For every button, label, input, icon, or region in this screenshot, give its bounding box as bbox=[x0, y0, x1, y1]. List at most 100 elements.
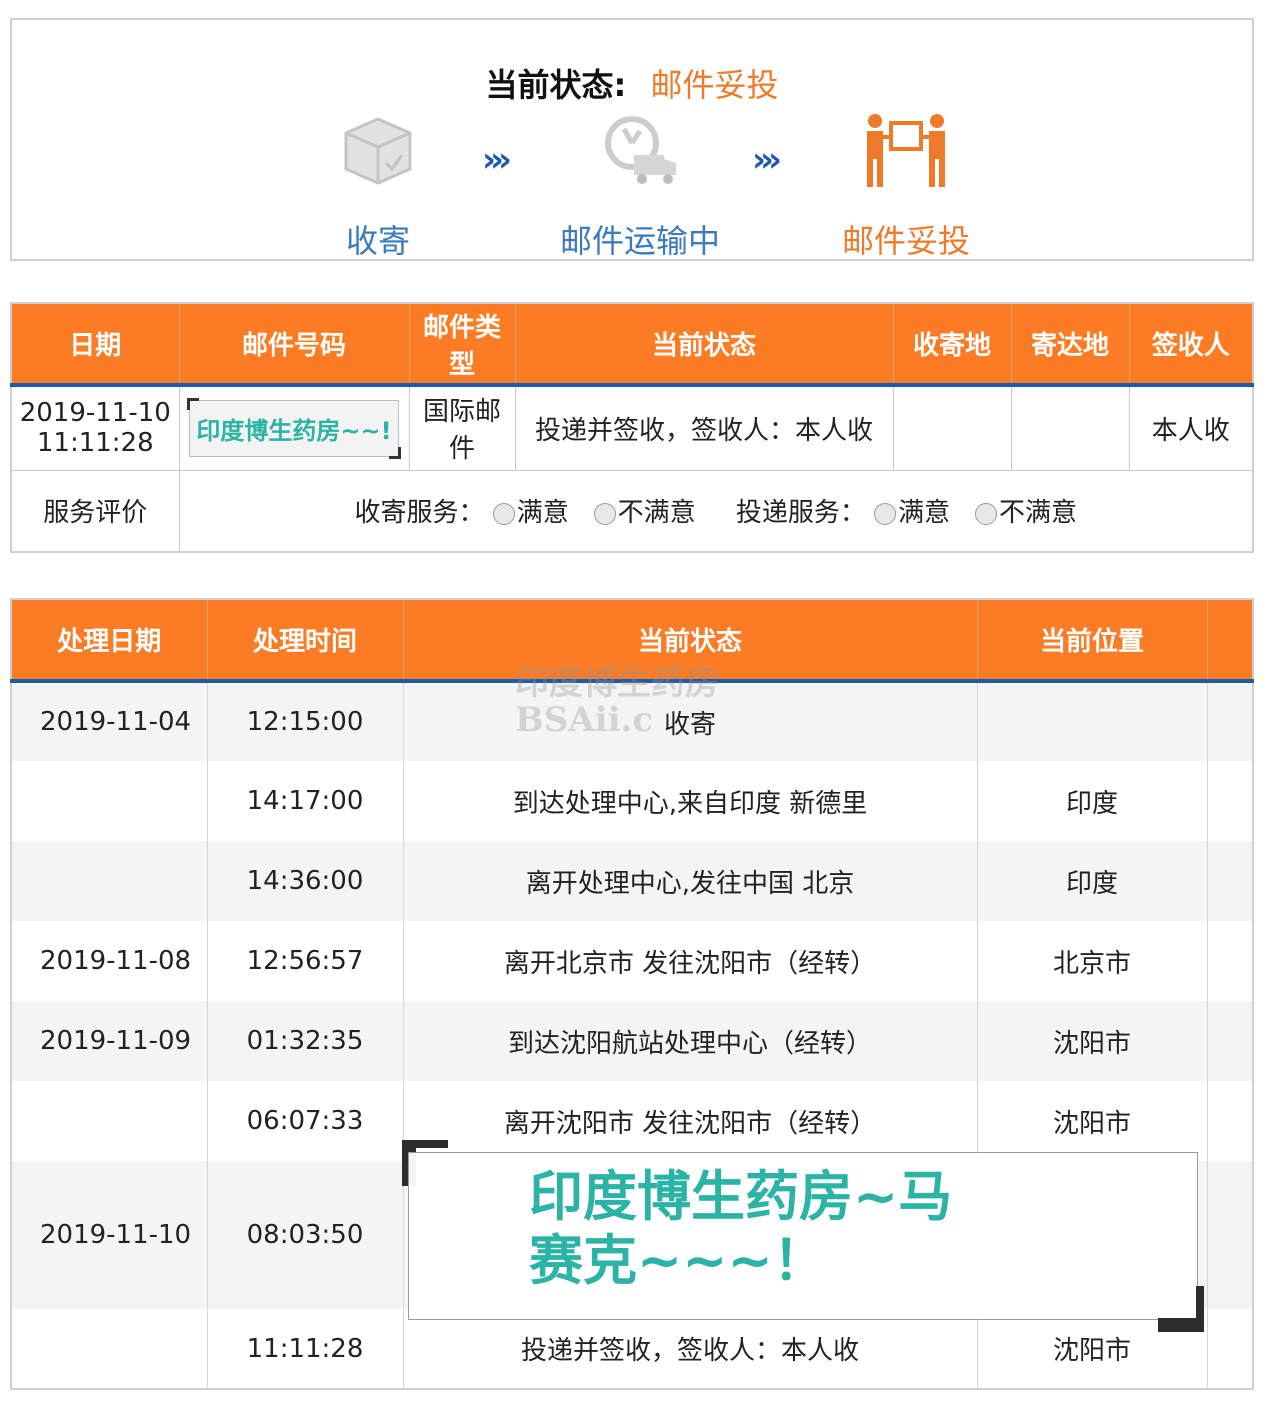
table-row: 2019-11-09 01:32:35 到达沈阳航站处理中心（经转） 沈阳市 bbox=[11, 1001, 1254, 1081]
track-time: 12:56:57 bbox=[207, 921, 404, 1001]
step-receive-label: 收寄 bbox=[345, 222, 410, 260]
track-spacer bbox=[1207, 761, 1254, 841]
col-number: 邮件号码 bbox=[179, 303, 410, 387]
track-date: 2019-11-04 bbox=[11, 681, 208, 761]
info-date: 2019-11-10 11:11:28 bbox=[10, 384, 180, 471]
rating-options: 收寄服务： 满意 不满意 投递服务： 满意 不满意 bbox=[178, 469, 1254, 553]
delivery-people-icon bbox=[867, 114, 945, 187]
deliver-unsatisfied-label: 不满意 bbox=[998, 498, 1077, 529]
info-signer: 本人收 bbox=[1128, 384, 1254, 471]
receive-satisfied-label: 满意 bbox=[516, 498, 569, 529]
deliver-satisfied-radio[interactable] bbox=[874, 502, 897, 525]
track-location bbox=[977, 681, 1208, 761]
track-location: 北京市 bbox=[977, 921, 1208, 1001]
truck-clock-icon bbox=[605, 116, 676, 184]
receive-rating-group: 收寄服务： 满意 不满意 bbox=[355, 498, 704, 528]
table-row: 11:11:28 投递并签收，签收人：本人收 沈阳市 bbox=[11, 1309, 1254, 1389]
track-date: 2019-11-10 bbox=[11, 1161, 208, 1309]
info-number-cell: 印度博生药房~~! bbox=[178, 384, 410, 471]
track-spacer bbox=[1207, 841, 1254, 921]
mail-info-table: 日期 邮件号码 邮件类型 当前状态 收寄地 寄达地 签收人 2019-11-10… bbox=[10, 302, 1254, 553]
track-spacer bbox=[1207, 1161, 1254, 1309]
col-location: 当前位置 bbox=[977, 599, 1208, 683]
col-spacer bbox=[1207, 599, 1254, 683]
track-location: 印度 bbox=[977, 761, 1208, 841]
col-process-time: 处理时间 bbox=[207, 599, 404, 683]
track-location: 沈阳市 bbox=[977, 1081, 1208, 1161]
overlay-text: 印度博生药房~马 赛克~~~！ bbox=[529, 1165, 952, 1292]
col-status: 当前状态 bbox=[515, 303, 894, 387]
service-rating-row: 服务评价 收寄服务： 满意 不满意 投递服务： 满意 不满意 bbox=[10, 469, 1254, 553]
track-date bbox=[11, 841, 208, 921]
overlay-line-1: 印度博生药房~马 bbox=[529, 1165, 953, 1228]
corner-bracket-br bbox=[1158, 1286, 1204, 1332]
track-location: 印度 bbox=[977, 841, 1208, 921]
corner-mark bbox=[187, 397, 200, 410]
overlay-banner: 印度博生药房~马 赛克~~~！ bbox=[408, 1152, 1198, 1320]
track-date: 2019-11-08 bbox=[11, 921, 208, 1001]
track-time: 01:32:35 bbox=[207, 1001, 404, 1081]
info-data-row: 2019-11-10 11:11:28 印度博生药房~~! 国际邮件 投递并签收… bbox=[10, 384, 1254, 471]
package-icon bbox=[344, 117, 412, 185]
track-status: 离开北京市 发往沈阳市（经转） bbox=[403, 921, 978, 1001]
step-arrow-icon: ››› bbox=[482, 140, 512, 180]
receive-unsatisfied-radio[interactable] bbox=[593, 502, 616, 525]
track-status: 到达处理中心,来自印度 新德里 bbox=[403, 761, 978, 841]
col-date: 日期 bbox=[11, 303, 180, 387]
current-status-label: 当前状态: bbox=[485, 66, 627, 104]
track-time: 11:11:28 bbox=[207, 1309, 404, 1389]
track-status: 离开沈阳市 发往沈阳市（经转） bbox=[403, 1081, 978, 1161]
track-time: 08:03:50 bbox=[207, 1161, 404, 1309]
track-spacer bbox=[1207, 1081, 1254, 1161]
info-origin bbox=[892, 384, 1012, 471]
watermark-line-2: BSAii.c bbox=[515, 700, 654, 741]
deliver-satisfied-label: 满意 bbox=[898, 498, 951, 529]
receive-rating-label: 收寄服务： bbox=[354, 498, 485, 529]
track-date bbox=[11, 1081, 208, 1161]
mail-number-text: 印度博生药房~~! bbox=[196, 416, 392, 445]
deliver-rating-group: 投递服务： 满意 不满意 bbox=[736, 498, 1077, 528]
info-header-row: 日期 邮件号码 邮件类型 当前状态 收寄地 寄达地 签收人 bbox=[11, 303, 1254, 387]
col-destination: 寄达地 bbox=[1011, 303, 1130, 387]
step-deliver-label: 邮件妥投 bbox=[841, 222, 970, 260]
info-type: 国际邮件 bbox=[408, 384, 516, 471]
track-time: 12:15:00 bbox=[207, 681, 404, 761]
track-status: 离开处理中心,发往中国 北京 bbox=[403, 841, 978, 921]
track-spacer bbox=[1207, 681, 1254, 761]
status-panel: 当前状态: 邮件妥投 收寄 ››› 邮件运输中 ››› 邮件妥投 bbox=[10, 18, 1254, 261]
track-date bbox=[11, 761, 208, 841]
table-row: 06:07:33 离开沈阳市 发往沈阳市（经转） 沈阳市 bbox=[11, 1081, 1254, 1161]
table-row: 14:36:00 离开处理中心,发往中国 北京 印度 bbox=[11, 841, 1254, 921]
col-type: 邮件类型 bbox=[409, 303, 516, 387]
track-spacer bbox=[1207, 1309, 1254, 1389]
receive-unsatisfied-label: 不满意 bbox=[617, 498, 696, 529]
track-date bbox=[11, 1309, 208, 1389]
overlay-line-2: 赛克~~~！ bbox=[529, 1228, 827, 1292]
step-transit: 邮件运输中 bbox=[520, 106, 760, 262]
step-transit-label: 邮件运输中 bbox=[559, 222, 720, 260]
rating-label: 服务评价 bbox=[10, 469, 180, 553]
watermark-line-1: 印度博生药房 bbox=[515, 663, 719, 703]
track-location: 沈阳市 bbox=[977, 1001, 1208, 1081]
col-origin: 收寄地 bbox=[893, 303, 1012, 387]
track-time: 06:07:33 bbox=[207, 1081, 404, 1161]
track-time: 14:17:00 bbox=[207, 761, 404, 841]
info-status: 投递并签收，签收人：本人收 bbox=[514, 384, 894, 471]
track-time: 14:36:00 bbox=[207, 841, 404, 921]
watermark: 印度博生药房 BSAii.c bbox=[515, 663, 719, 741]
corner-mark bbox=[388, 446, 401, 459]
step-arrow-icon: ››› bbox=[752, 140, 782, 180]
current-status-line: 当前状态: 邮件妥投 bbox=[12, 60, 1252, 106]
table-row: 14:17:00 到达处理中心,来自印度 新德里 印度 bbox=[11, 761, 1254, 841]
mail-number-badge[interactable]: 印度博生药房~~! bbox=[187, 397, 401, 459]
track-spacer bbox=[1207, 1001, 1254, 1081]
deliver-unsatisfied-radio[interactable] bbox=[974, 502, 997, 525]
receive-satisfied-radio[interactable] bbox=[492, 502, 515, 525]
info-destination bbox=[1010, 384, 1130, 471]
table-row: 2019-11-08 12:56:57 离开北京市 发往沈阳市（经转） 北京市 bbox=[11, 921, 1254, 1001]
track-date: 2019-11-09 bbox=[11, 1001, 208, 1081]
step-receive: 收寄 bbox=[258, 106, 498, 262]
step-deliver: 邮件妥投 bbox=[786, 106, 1026, 262]
deliver-rating-label: 投递服务： bbox=[735, 498, 866, 529]
col-process-date: 处理日期 bbox=[11, 599, 208, 683]
